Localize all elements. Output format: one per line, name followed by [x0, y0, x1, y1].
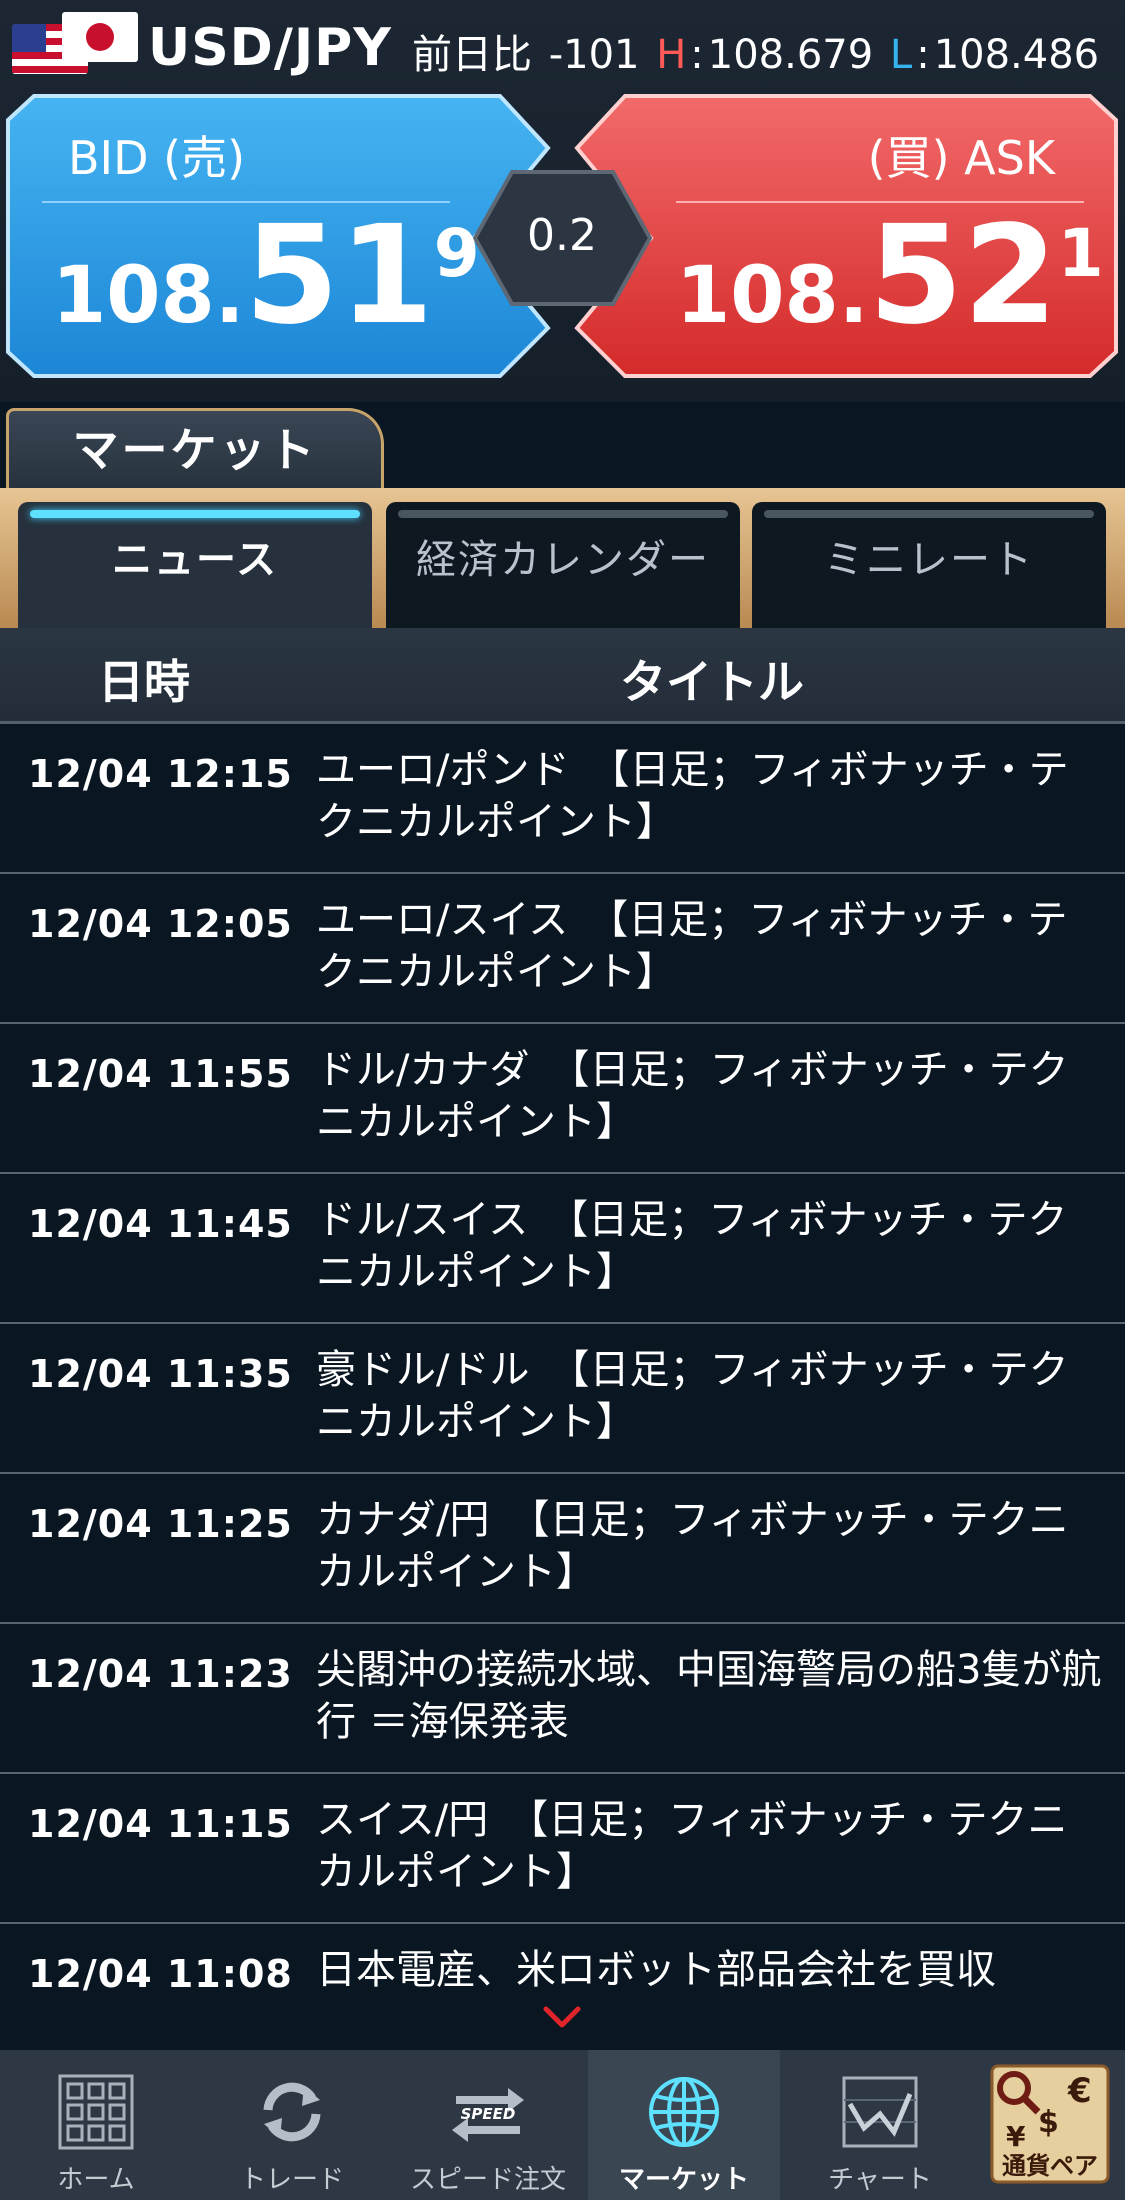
- news-list[interactable]: 12/04 12:15 ユーロ/ポンド 【日足；フィボナッチ・テクニカルポイント…: [0, 724, 1125, 2050]
- ask-rate-major: 108.: [676, 251, 869, 341]
- nav-trade[interactable]: トレード: [196, 2050, 388, 2200]
- news-time: 12/04 11:35: [28, 1352, 293, 1396]
- news-time: 12/04 11:23: [28, 1652, 293, 1696]
- refresh-icon: [263, 2082, 321, 2142]
- bid-rate-pips: 51: [244, 197, 434, 355]
- bid-rate-fraction: 9: [433, 215, 480, 292]
- news-row[interactable]: 12/04 11:08 日本電産、米ロボット部品会社を買収: [0, 1924, 1125, 2050]
- nav-label: チャート: [828, 2165, 932, 2195]
- nav-label: マーケット: [618, 2165, 749, 2195]
- chart-icon: [842, 2076, 918, 2148]
- speed-icon-text: SPEED: [461, 2105, 516, 2123]
- news-time: 12/04 12:15: [28, 752, 293, 796]
- bid-rate-major: 108.: [52, 251, 245, 341]
- news-row[interactable]: 12/04 11:55 ドル/カナダ 【日足；フィボナッチ・テクニカルポイント】: [0, 1024, 1125, 1174]
- news-table-header: 日時 タイトル: [0, 628, 1125, 724]
- news-time: 12/04 12:05: [28, 902, 293, 946]
- bid-button[interactable]: 108.519: [52, 208, 480, 344]
- news-title: ドル/スイス 【日足；フィボナッチ・テクニカルポイント】: [316, 1197, 1068, 1295]
- nav-label: スピード注文: [409, 2165, 566, 2195]
- currency-pair-row[interactable]: USD/JPY 前日比 -101 H:108.679 L:108.486: [0, 0, 1125, 90]
- column-header-date: 日時: [98, 655, 190, 709]
- tab-economic-calendar[interactable]: 経済カレンダー: [386, 502, 740, 628]
- speed-icon: SPEED: [452, 2088, 524, 2142]
- high-label: H: [656, 32, 687, 78]
- sub-tab-bar: ニュース 経済カレンダー ミニレート: [0, 488, 1125, 628]
- ask-label: (買) ASK: [867, 131, 1055, 185]
- high-value: 108.679: [707, 32, 874, 78]
- ask-rate-fraction: 1: [1057, 215, 1104, 292]
- grid-icon: [58, 2074, 134, 2150]
- tab-news[interactable]: ニュース: [18, 502, 372, 628]
- change-label: 前日比: [412, 32, 532, 78]
- news-row[interactable]: 12/04 12:05 ユーロ/スイス 【日足；フィボナッチ・テクニカルポイント…: [0, 874, 1125, 1024]
- quote-panel: BID (売) (買) ASK 108.519 0.2 108.521: [0, 90, 1125, 390]
- news-title: スイス/円 【日足；フィボナッチ・テクニカルポイント】: [316, 1797, 1068, 1895]
- news-row[interactable]: 12/04 11:25 カナダ/円 【日足；フィボナッチ・テクニカルポイント】: [0, 1474, 1125, 1624]
- spread-value: 0.2: [527, 210, 597, 261]
- bottom-navigation: ホーム トレード SPEED スピード注文 マーケット チャート € ¥ $ 通…: [0, 2050, 1125, 2200]
- svg-text:¥: ¥: [1006, 2120, 1026, 2153]
- currency-pair-name[interactable]: USD/JPY: [148, 18, 392, 78]
- globe-icon: [649, 2077, 719, 2147]
- news-title: ドル/カナダ 【日足；フィボナッチ・テクニカルポイント】: [316, 1047, 1069, 1145]
- change-value: -101: [548, 32, 640, 78]
- news-title: 尖閣沖の接続水域、中国海警局の船3隻が航行 ＝海保発表: [316, 1647, 1102, 1745]
- news-time: 12/04 11:45: [28, 1202, 293, 1246]
- bid-label: BID (売): [68, 131, 246, 185]
- news-title: 豪ドル/ドル 【日足；フィボナッチ・テクニカルポイント】: [316, 1347, 1069, 1445]
- news-row[interactable]: 12/04 12:15 ユーロ/ポンド 【日足；フィボナッチ・テクニカルポイント…: [0, 724, 1125, 874]
- ask-button[interactable]: 108.521: [676, 208, 1104, 344]
- column-header-title: タイトル: [620, 655, 804, 709]
- nav-market[interactable]: マーケット: [588, 2050, 780, 2200]
- low-label: L: [889, 32, 913, 78]
- news-time: 12/04 11:55: [28, 1052, 293, 1096]
- nav-speed-order[interactable]: SPEED スピード注文: [392, 2050, 584, 2200]
- nav-label: ホーム: [57, 2165, 135, 2195]
- news-row[interactable]: 12/04 11:35 豪ドル/ドル 【日足；フィボナッチ・テクニカルポイント】: [0, 1324, 1125, 1474]
- news-time: 12/04 11:08: [28, 1952, 293, 1996]
- tab-market[interactable]: マーケット: [6, 408, 384, 494]
- chevron-down-icon[interactable]: [542, 2004, 582, 2030]
- nav-home[interactable]: ホーム: [0, 2050, 192, 2200]
- nav-currency-pair[interactable]: € ¥ $ 通貨ペア: [980, 2050, 1125, 2200]
- tab-mini-rate[interactable]: ミニレート: [752, 502, 1106, 628]
- currency-pair-icon: € ¥ $ 通貨ペア: [990, 2064, 1110, 2184]
- tab-indicator: [30, 510, 360, 518]
- tab-indicator: [398, 510, 728, 518]
- news-title: カナダ/円 【日足；フィボナッチ・テクニカルポイント】: [316, 1497, 1069, 1595]
- tab-indicator: [764, 510, 1094, 518]
- header: USD/JPY 前日比 -101 H:108.679 L:108.486 BID…: [0, 0, 1125, 405]
- japan-flag-icon: [62, 12, 138, 62]
- news-row[interactable]: 12/04 11:15 スイス/円 【日足；フィボナッチ・テクニカルポイント】: [0, 1774, 1125, 1924]
- svg-text:€: €: [1067, 2071, 1092, 2111]
- price-stats: 前日比 -101 H:108.679 L:108.486: [412, 32, 1100, 78]
- nav-label: トレード: [239, 2165, 344, 2195]
- ask-rate-pips: 52: [868, 197, 1058, 355]
- currency-pair-label: 通貨ペア: [1002, 2152, 1098, 2180]
- nav-chart[interactable]: チャート: [784, 2050, 976, 2200]
- news-row[interactable]: 12/04 11:23 尖閣沖の接続水域、中国海警局の船3隻が航行 ＝海保発表: [0, 1624, 1125, 1774]
- svg-text:$: $: [1038, 2105, 1059, 2140]
- news-time: 12/04 11:25: [28, 1502, 293, 1546]
- low-value: 108.486: [933, 32, 1100, 78]
- news-title: ユーロ/スイス 【日足；フィボナッチ・テクニカルポイント】: [316, 897, 1068, 995]
- news-title: ユーロ/ポンド 【日足；フィボナッチ・テクニカルポイント】: [316, 747, 1069, 845]
- news-row[interactable]: 12/04 11:45 ドル/スイス 【日足；フィボナッチ・テクニカルポイント】: [0, 1174, 1125, 1324]
- news-title: 日本電産、米ロボット部品会社を買収: [316, 1947, 996, 1993]
- news-time: 12/04 11:15: [28, 1802, 293, 1846]
